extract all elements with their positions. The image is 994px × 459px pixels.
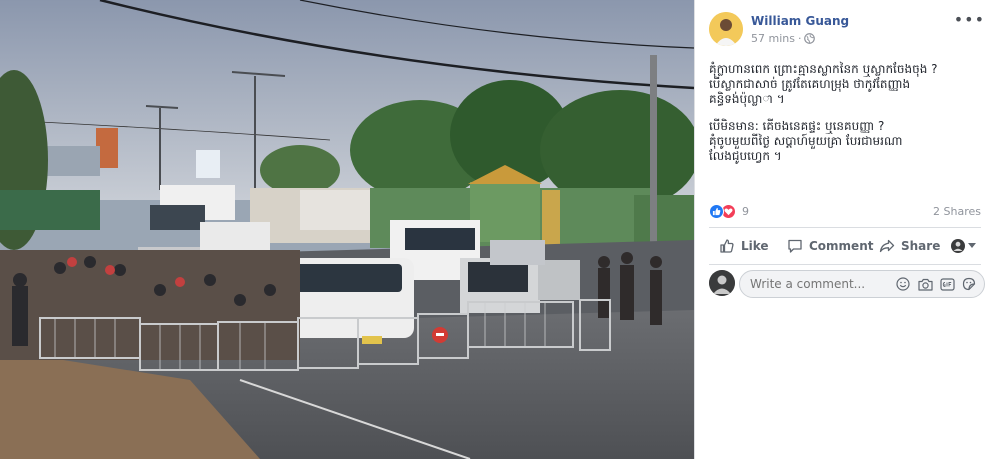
author-name[interactable]: William Guang [751,14,849,28]
audience-selector[interactable] [951,239,976,253]
share-label: Share [901,239,941,253]
user-avatar-icon [951,239,965,253]
comment-label: Comment [809,239,874,253]
sticker-icon[interactable] [961,276,977,292]
post-header: William Guang 57 mins · ••• [709,12,985,52]
reaction-count[interactable]: 9 [742,205,749,218]
gif-icon[interactable] [939,276,955,292]
like-button[interactable]: Like [719,238,769,254]
more-options-button[interactable]: ••• [954,12,985,28]
post-photo[interactable] [0,0,694,459]
like-label: Like [741,239,769,253]
comment-icon [788,239,802,253]
camera-icon[interactable] [917,276,933,292]
post-actions: Like Comment Share [709,227,981,265]
author-avatar[interactable] [709,12,743,46]
caret-down-icon [968,243,976,248]
road-barricade-photo [0,0,694,459]
comment-tools [895,276,977,292]
share-arrow-icon [879,239,895,253]
thumbs-up-icon [720,239,734,253]
post-meta: 57 mins · [751,32,816,45]
reactions-bar: 9 2 Shares [709,203,981,221]
like-reaction-icon [709,204,724,219]
post-paragraph: បើមិនមាន: គើចងនេគផ្ទះ ឬនេគបញ្ញា ? គុំចូប… [709,119,903,163]
globe-icon [804,33,816,44]
reaction-icons[interactable] [709,204,736,219]
commenter-avatar[interactable] [709,270,735,296]
post-text: គុំក្លាហានពេក ព្រោះគ្មានស្លាកនៃក ឬស្លាកច… [709,62,979,176]
comment-button[interactable]: Comment [787,238,873,254]
post-panel: William Guang 57 mins · ••• គុំក្លាហានពេ… [694,0,994,459]
share-button[interactable]: Share [879,238,940,254]
share-count[interactable]: 2 Shares [933,205,981,218]
post-paragraph: គុំក្លាហានពេក ព្រោះគ្មានស្លាកនៃក ឬស្លាកច… [709,62,938,106]
post-time[interactable]: 57 mins [751,32,795,45]
comment-composer [709,270,985,298]
emoji-icon[interactable] [895,276,911,292]
meta-separator: · [797,32,802,45]
